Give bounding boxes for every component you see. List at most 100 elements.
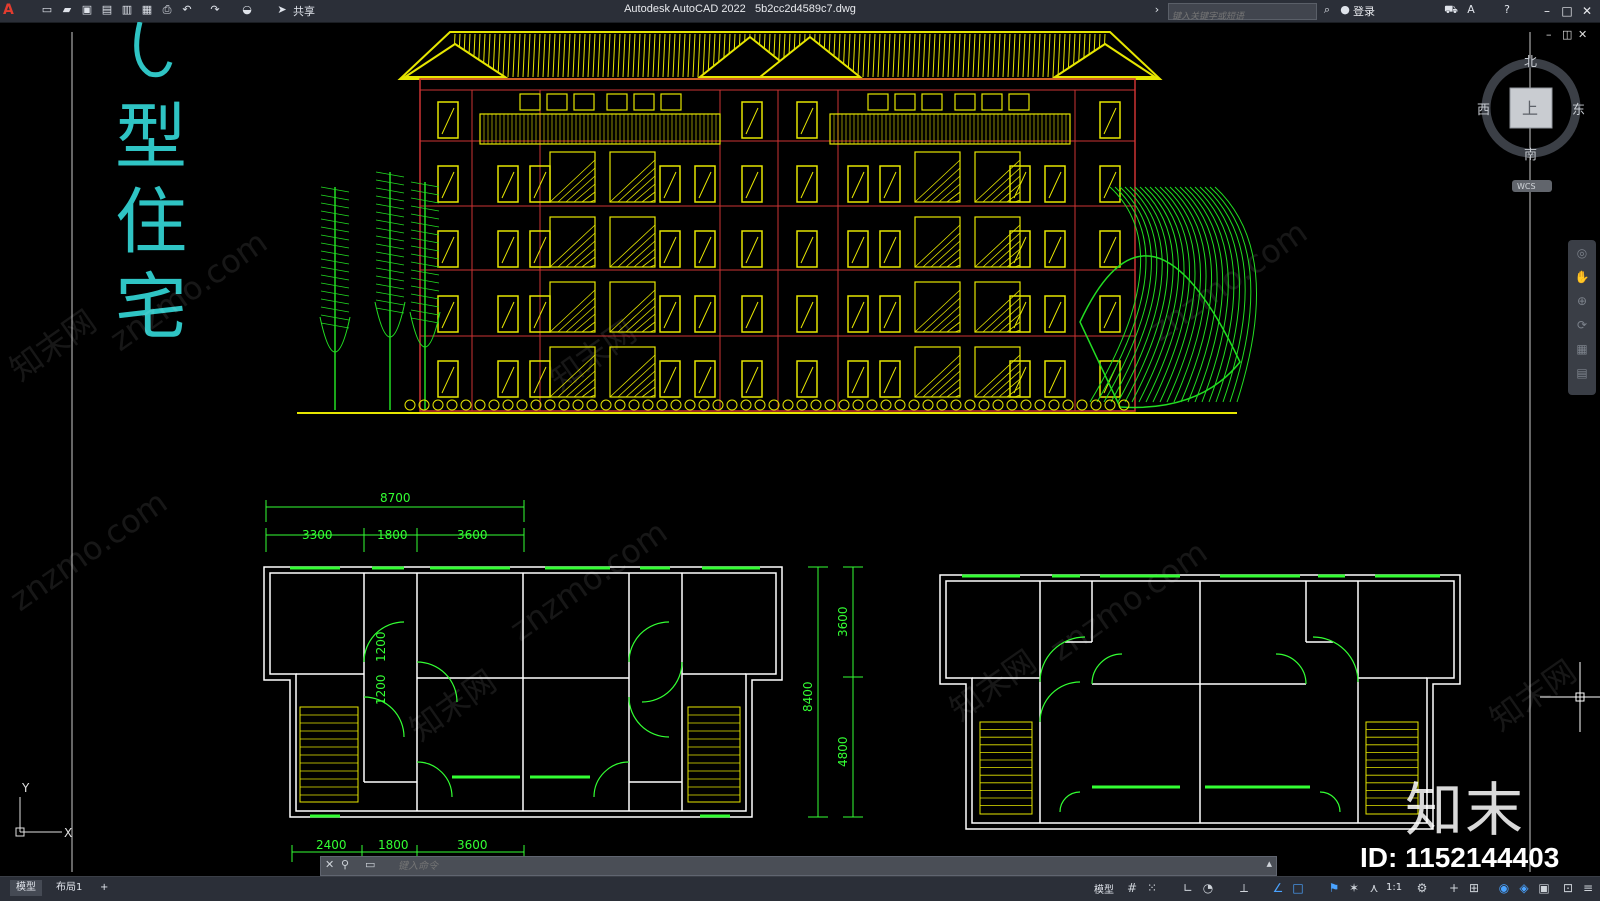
units-icon[interactable]: ⊞: [1466, 880, 1482, 896]
isolate-objects-icon[interactable]: ◉: [1496, 880, 1512, 896]
auto-scale-icon[interactable]: ✶: [1346, 880, 1362, 896]
zoom-extents-icon[interactable]: ⊕: [1574, 294, 1590, 310]
clean-screen-icon[interactable]: ▣: [1536, 880, 1552, 896]
customize-icon[interactable]: ⚲: [341, 858, 349, 871]
annotation-scale-icon[interactable]: ⋏: [1366, 880, 1382, 896]
shrub: [516, 399, 528, 411]
file-name: 5b2cc2d4589c7.dwg: [754, 3, 856, 15]
add-layout-button[interactable]: +: [94, 880, 114, 896]
help-icon[interactable]: ?: [1500, 3, 1514, 17]
polar-icon[interactable]: ◔: [1200, 880, 1216, 896]
balcony-hatch: [573, 248, 596, 268]
window-glazing: [663, 301, 677, 329]
orbit-icon[interactable]: ⟳: [1574, 318, 1590, 334]
full-screen-icon[interactable]: ⊡: [1560, 880, 1576, 896]
viewcube-face-label: 上: [1522, 99, 1538, 118]
plus-icon[interactable]: +: [1446, 880, 1462, 896]
save-web-icon[interactable]: ▦: [140, 3, 154, 17]
attic-window: [894, 93, 916, 111]
close-button[interactable]: ✕: [1578, 2, 1596, 20]
login-button[interactable]: 登录: [1353, 3, 1375, 19]
autodesk-a360-icon[interactable]: A: [1464, 3, 1478, 17]
gear-icon[interactable]: ⚙: [1414, 880, 1430, 896]
drawing-canvas[interactable]: – ◫ ✕ 型 住 宅 知末网 znzmo.com znzmo.com 知末网 …: [0, 22, 1600, 872]
balcony-hatch: [633, 248, 656, 268]
tab-model[interactable]: 模型: [10, 880, 42, 896]
customization-icon[interactable]: ≡: [1580, 880, 1596, 896]
open-folder-icon[interactable]: ▰: [60, 3, 74, 17]
save-icon[interactable]: ▣: [80, 3, 94, 17]
object-snap-tracking-icon[interactable]: ∠: [1270, 880, 1286, 896]
balcony-hatch: [633, 378, 656, 398]
snap-icon[interactable]: ⁙: [1144, 880, 1160, 896]
tab-layout1[interactable]: 布局1: [50, 880, 88, 896]
share-icon[interactable]: ➤: [275, 3, 289, 17]
shrub: [1020, 399, 1032, 411]
showmotion-icon[interactable]: ▦: [1574, 342, 1590, 358]
close-cmd-icon[interactable]: ✕: [325, 858, 334, 871]
window-glazing: [883, 301, 897, 329]
isodraft-icon[interactable]: ⟂: [1236, 880, 1252, 896]
dimension-side: [808, 566, 863, 818]
model-space-button[interactable]: 模型: [1094, 881, 1114, 896]
cart-icon[interactable]: ⛟: [1444, 3, 1458, 17]
hardware-accel-icon[interactable]: ◈: [1516, 880, 1532, 896]
viewcube[interactable]: 上 北 南 东 西 WCS: [1477, 55, 1585, 192]
steering-wheel-icon[interactable]: ◎: [1574, 246, 1590, 262]
open-web-icon[interactable]: ▥: [120, 3, 134, 17]
search-icon[interactable]: ⌕: [1320, 3, 1334, 17]
roof-hatch-line: [612, 33, 616, 78]
viewport-restore-icon[interactable]: ◫: [1562, 28, 1572, 41]
command-line[interactable]: ✕ ⚲ ▭ ▴: [320, 856, 1277, 876]
willow-branch: [1117, 186, 1163, 403]
plot-icon[interactable]: ⎙: [160, 3, 174, 17]
roof-hatch-line: [937, 33, 941, 78]
save-as-icon[interactable]: ▤: [100, 3, 114, 17]
balcony-hatch: [990, 240, 1021, 268]
expand-arrow-icon[interactable]: ›: [1150, 3, 1164, 17]
nav-menu-icon[interactable]: ▤: [1574, 366, 1590, 382]
share-label[interactable]: 共享: [293, 3, 315, 19]
ortho-icon[interactable]: ∟: [1180, 880, 1196, 896]
shrub: [726, 399, 738, 411]
navigation-bar[interactable]: ◎ ✋ ⊕ ⟳ ▦ ▤: [1568, 240, 1596, 395]
balcony-hatch: [922, 297, 961, 333]
grid-icon[interactable]: #: [1124, 880, 1140, 896]
compass-south[interactable]: 南: [1524, 147, 1537, 163]
window-glazing: [663, 366, 677, 394]
annotation-scale-value[interactable]: 1:1: [1386, 882, 1402, 893]
dim-part-1: 3300: [302, 528, 333, 542]
undo-icon[interactable]: ↶: [180, 3, 194, 17]
minimize-button[interactable]: –: [1538, 2, 1556, 20]
roof-hatch-line: [897, 33, 901, 78]
roof-hatch-line: [597, 33, 601, 78]
annotation-visibility-icon[interactable]: ⚑: [1326, 880, 1342, 896]
shrub: [796, 399, 808, 411]
roof-hatch-line: [687, 33, 691, 78]
redo-icon[interactable]: ↷: [208, 3, 222, 17]
command-input[interactable]: [396, 858, 1260, 875]
object-snap-icon[interactable]: □: [1290, 880, 1306, 896]
new-file-icon[interactable]: ▭: [40, 3, 54, 17]
autocad-logo-icon[interactable]: A: [3, 2, 19, 18]
window-glazing: [1048, 301, 1062, 329]
balcony-hatch: [565, 175, 596, 203]
maximize-button[interactable]: □: [1558, 2, 1576, 20]
viewport-close-icon[interactable]: ✕: [1578, 28, 1587, 41]
compass-east[interactable]: 东: [1572, 103, 1585, 118]
roof-hatch-line: [682, 33, 686, 78]
title-bar: A ▭ ▰ ▣ ▤ ▥ ▦ ⎙ ↶ ↷ ◒ ➤ 共享 Autodesk Auto…: [0, 0, 1600, 24]
workspace-icon[interactable]: ◒: [240, 3, 254, 17]
window-glazing: [501, 171, 515, 199]
compass-north[interactable]: 北: [1524, 55, 1537, 70]
user-icon[interactable]: ●: [1338, 3, 1352, 17]
cmd-expand-icon[interactable]: ▴: [1266, 857, 1272, 870]
search-box[interactable]: [1168, 3, 1317, 24]
pan-icon[interactable]: ✋: [1574, 270, 1590, 286]
compass-west[interactable]: 西: [1477, 103, 1490, 118]
shrub: [908, 399, 920, 411]
roof-hatch-line: [702, 33, 706, 78]
viewport-minimize-icon[interactable]: –: [1546, 28, 1552, 41]
recent-commands-icon[interactable]: ▭: [365, 858, 375, 871]
balcony-hatch: [938, 248, 961, 268]
